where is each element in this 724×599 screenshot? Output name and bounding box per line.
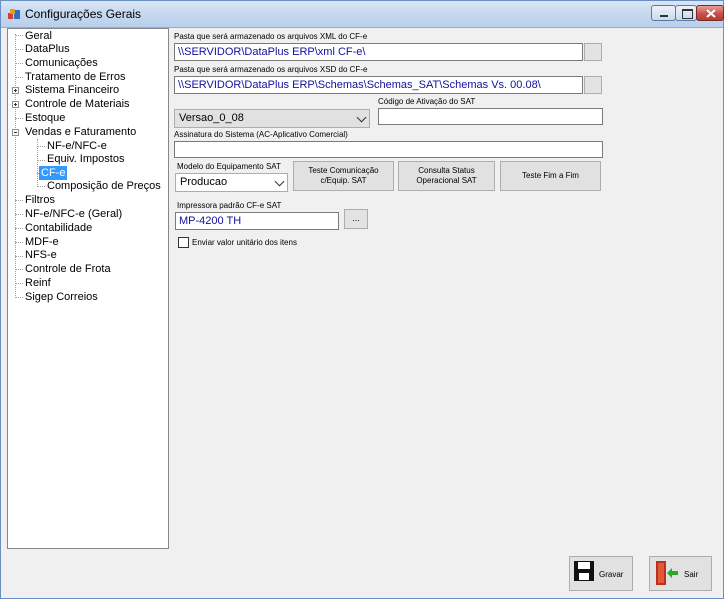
tree-item-mdfe[interactable]: MDF-e xyxy=(25,235,59,249)
printer-input[interactable]: MP-4200 TH xyxy=(175,212,339,230)
tree-item-sistema-financeiro[interactable]: Sistema Financeiro xyxy=(25,83,119,97)
unit-value-checkbox[interactable] xyxy=(178,237,189,248)
expand-icon[interactable] xyxy=(12,101,19,108)
xsd-path-input[interactable]: \\SERVIDOR\DataPlus ERP\Schemas\Schemas_… xyxy=(174,76,583,94)
model-value: Producao xyxy=(180,176,228,188)
tree-connector xyxy=(15,34,16,298)
tree-item-reinf[interactable]: Reinf xyxy=(25,276,51,290)
tree-item-nfse[interactable]: NFS-e xyxy=(25,248,57,262)
exit-button[interactable]: Sair xyxy=(649,556,712,591)
app-icon xyxy=(8,9,20,19)
model-select[interactable]: Producao xyxy=(175,173,288,192)
settings-tree: Geral DataPlus Comunicações Tratamento d… xyxy=(7,28,169,549)
exit-door-icon xyxy=(656,561,678,585)
maximize-icon xyxy=(682,9,693,19)
xml-path-browse-button[interactable] xyxy=(584,43,602,61)
end-to-end-test-button[interactable]: Teste Fim a Fim xyxy=(500,161,601,191)
tree-connector xyxy=(15,77,23,78)
tree-item-dataplus[interactable]: DataPlus xyxy=(25,42,70,56)
save-button[interactable]: Gravar xyxy=(569,556,633,591)
tree-item-estoque[interactable]: Estoque xyxy=(25,111,65,125)
tree-connector xyxy=(15,49,23,50)
test-communication-button[interactable]: Teste Comunicação c/Equip. SAT xyxy=(293,161,394,191)
floppy-disk-icon xyxy=(574,561,594,581)
version-value: Versao_0_08 xyxy=(179,112,244,124)
exit-label: Sair xyxy=(684,570,699,579)
printer-label: Impressora padrão CF-e SAT xyxy=(177,201,282,210)
xsd-path-browse-button[interactable] xyxy=(584,76,602,94)
signature-label: Assinatura do Sistema (AC-Aplicativo Com… xyxy=(174,130,348,139)
activation-code-input[interactable] xyxy=(378,108,603,125)
tree-connector xyxy=(37,146,45,147)
tree-connector xyxy=(15,228,23,229)
chevron-down-icon xyxy=(274,176,285,187)
tree-item-composicao-precos[interactable]: Composição de Preços xyxy=(47,179,161,193)
tree-connector xyxy=(15,297,23,298)
title-bar: Configurações Gerais xyxy=(1,1,724,28)
xml-path-label: Pasta que será armazenado os arquivos XM… xyxy=(174,32,368,41)
minimize-icon xyxy=(660,15,668,17)
tree-connector xyxy=(15,118,23,119)
tree-connector xyxy=(15,214,23,215)
tree-connector xyxy=(15,200,23,201)
tree-connector xyxy=(15,256,23,257)
version-select[interactable]: Versao_0_08 xyxy=(174,109,370,128)
collapse-icon[interactable] xyxy=(12,129,19,136)
tree-item-nfe-nfce-geral[interactable]: NF-e/NFC-e (Geral) xyxy=(25,207,122,221)
tree-connector xyxy=(15,63,23,64)
unit-value-checkbox-label: Enviar valor unitário dos itens xyxy=(192,238,297,247)
tree-item-controle-materiais[interactable]: Controle de Materiais xyxy=(25,97,130,111)
minimize-button[interactable] xyxy=(651,5,676,21)
expand-icon[interactable] xyxy=(12,87,19,94)
tree-item-cfe[interactable]: CF-e xyxy=(39,166,68,180)
window-title: Configurações Gerais xyxy=(25,7,142,21)
xml-path-input[interactable]: \\SERVIDOR\DataPlus ERP\xml CF-e\ xyxy=(174,43,583,61)
settings-window: Configurações Gerais Geral DataPlus Comu… xyxy=(0,0,724,599)
tree-item-controle-frota[interactable]: Controle de Frota xyxy=(25,262,111,276)
tree-connector xyxy=(15,242,23,243)
tree-item-filtros[interactable]: Filtros xyxy=(25,193,55,207)
tree-item-contabilidade[interactable]: Contabilidade xyxy=(25,221,92,235)
save-label: Gravar xyxy=(599,570,624,579)
tree-connector xyxy=(37,160,45,161)
tree-connector xyxy=(15,269,23,270)
tree-item-nfe-nfce[interactable]: NF-e/NFC-e xyxy=(47,139,107,153)
tree-item-tratamento-erros[interactable]: Tratamento de Erros xyxy=(25,70,125,84)
close-icon xyxy=(706,9,716,18)
tree-item-sigep-correios[interactable]: Sigep Correios xyxy=(25,290,98,304)
maximize-button[interactable] xyxy=(675,5,697,21)
tree-connector xyxy=(15,283,23,284)
tree-item-comunicacoes[interactable]: Comunicações xyxy=(25,56,98,70)
tree-item-vendas-faturamento[interactable]: Vendas e Faturamento xyxy=(25,125,136,139)
printer-browse-button[interactable]: ... xyxy=(344,209,368,229)
tree-connector xyxy=(15,35,23,36)
chevron-down-icon xyxy=(356,112,367,123)
tree-connector xyxy=(37,186,45,187)
tree-item-geral[interactable]: Geral xyxy=(25,29,52,43)
xsd-path-label: Pasta que será armazenado os arquivos XS… xyxy=(174,65,368,74)
close-button[interactable] xyxy=(696,5,724,21)
status-query-button[interactable]: Consulta Status Operacional SAT xyxy=(398,161,495,191)
model-label: Modelo do Equipamento SAT xyxy=(177,162,281,171)
signature-input[interactable] xyxy=(174,141,603,158)
activation-code-label: Código de Ativação do SAT xyxy=(378,97,476,106)
tree-item-equiv-impostos[interactable]: Equiv. Impostos xyxy=(47,152,124,166)
